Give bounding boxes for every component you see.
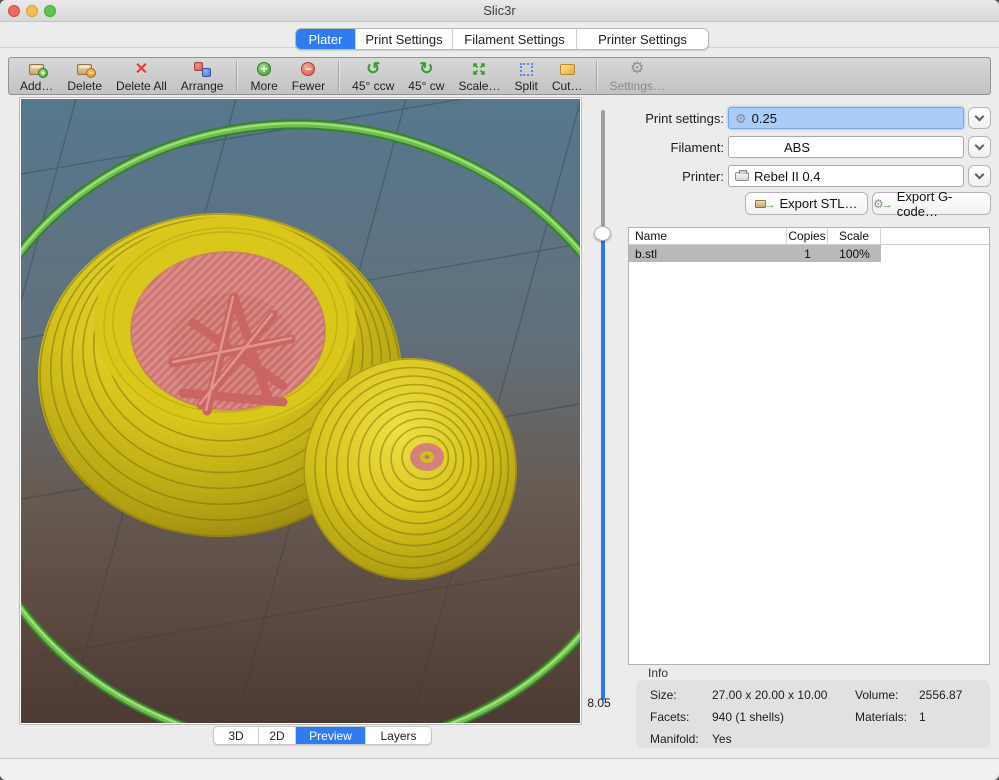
layer-slider-track-filled[interactable] — [601, 227, 605, 700]
tab-print-settings[interactable]: Print Settings — [356, 29, 453, 49]
export-stl-button[interactable]: → Export STL… — [745, 192, 868, 215]
box-export-icon: → — [755, 196, 775, 211]
chevron-down-icon — [975, 140, 985, 150]
tab-plater[interactable]: Plater — [296, 29, 356, 49]
info-box: Size: 27.00 x 20.00 x 10.00 Volume: 2556… — [636, 680, 990, 748]
size-value: 27.00 x 20.00 x 10.00 — [712, 688, 855, 702]
gear-icon: ⚙ — [735, 112, 747, 125]
footer-strip — [0, 759, 999, 780]
printer-icon — [735, 172, 749, 181]
arrange-button[interactable]: Arrange — [174, 59, 231, 93]
arrange-icon — [194, 61, 211, 78]
toolbar-separator — [338, 61, 339, 91]
more-icon: + — [257, 61, 271, 78]
more-button[interactable]: + More — [243, 59, 284, 93]
column-header-empty — [881, 228, 989, 244]
layer-slider-thumb[interactable] — [594, 226, 611, 241]
scale-icon — [471, 61, 487, 78]
column-header-copies: Copies — [787, 228, 828, 244]
titlebar: Slic3r — [0, 0, 999, 22]
add-button[interactable]: + Add… — [13, 59, 60, 93]
chevron-down-icon — [975, 111, 985, 121]
scale-button[interactable]: Scale… — [451, 59, 507, 93]
tab-3d[interactable]: 3D — [214, 727, 259, 744]
tab-printer-settings[interactable]: Printer Settings — [577, 29, 708, 49]
layer-slider-value: 8.05 — [582, 696, 616, 710]
printer-dropdown-button[interactable] — [968, 165, 991, 187]
rotate-cw-button[interactable]: ↻ 45° cw — [401, 59, 451, 93]
facets-label: Facets: — [650, 710, 712, 724]
cut-icon — [560, 61, 575, 78]
plater-viewport-panel — [19, 97, 582, 725]
model-small-dome — [303, 358, 517, 580]
filament-select[interactable]: ABS — [728, 136, 964, 158]
gear-icon: ⚙ — [630, 61, 644, 78]
info-section-title: Info — [648, 666, 668, 680]
manifold-label: Manifold: — [650, 732, 712, 746]
column-header-scale: Scale — [828, 228, 881, 244]
toolbar-separator — [596, 61, 597, 91]
delete-all-icon: ✕ — [135, 61, 148, 78]
print-settings-label: Print settings: — [624, 111, 724, 126]
volume-value: 2556.87 — [919, 688, 962, 702]
window-title: Slic3r — [0, 3, 999, 18]
materials-label: Materials: — [855, 710, 919, 724]
plater-3d-canvas[interactable] — [21, 99, 580, 723]
volume-label: Volume: — [855, 688, 919, 702]
printer-label: Printer: — [624, 169, 724, 184]
column-header-name: Name — [629, 228, 787, 244]
delete-all-button[interactable]: ✕ Delete All — [109, 59, 174, 93]
printer-select[interactable]: Rebel II 0.4 — [728, 165, 964, 187]
toolbar-separator — [236, 61, 237, 91]
slic3r-window: Slic3r Plater Print Settings Filament Se… — [0, 0, 999, 780]
facets-value: 940 (1 shells) — [712, 710, 855, 724]
split-icon — [520, 61, 533, 78]
size-label: Size: — [650, 688, 712, 702]
split-button[interactable]: Split — [507, 59, 544, 93]
top-infill-pink — [131, 252, 325, 411]
manifold-value: Yes — [712, 732, 855, 746]
tab-filament-settings[interactable]: Filament Settings — [453, 29, 577, 49]
filament-dropdown-button[interactable] — [968, 136, 991, 158]
delete-icon: − — [77, 61, 92, 78]
main-tab-bar: Plater Print Settings Filament Settings … — [295, 28, 709, 50]
tab-2d[interactable]: 2D — [259, 727, 296, 744]
tab-preview[interactable]: Preview — [296, 727, 366, 744]
export-gcode-button[interactable]: ⚙→ Export G-code… — [872, 192, 991, 215]
add-icon: + — [29, 61, 44, 78]
gear-export-icon: ⚙→ — [873, 196, 893, 211]
cut-button[interactable]: Cut… — [545, 59, 590, 93]
filament-label: Filament: — [624, 140, 724, 155]
rotate-ccw-icon: ↺ — [366, 61, 380, 78]
object-list-header: Name Copies Scale — [629, 228, 989, 245]
fewer-button[interactable]: − Fewer — [285, 59, 332, 93]
view-tab-bar: 3D 2D Preview Layers — [213, 726, 432, 745]
print-settings-select[interactable]: ⚙ 0.25 — [728, 107, 964, 129]
object-row-selected[interactable]: b.stl 1 100% — [629, 245, 881, 262]
rotate-ccw-button[interactable]: ↺ 45° ccw — [345, 59, 401, 93]
layer-slider-track[interactable] — [601, 110, 605, 227]
tab-layers[interactable]: Layers — [366, 727, 431, 744]
print-settings-dropdown-button[interactable] — [968, 107, 991, 129]
fewer-icon: − — [301, 61, 315, 78]
settings-button[interactable]: ⚙ Settings… — [603, 59, 672, 93]
chevron-down-icon — [975, 169, 985, 179]
object-list[interactable]: Name Copies Scale b.stl 1 100% — [628, 227, 990, 665]
materials-value: 1 — [919, 710, 926, 724]
delete-button[interactable]: − Delete — [60, 59, 109, 93]
rotate-cw-icon: ↻ — [419, 61, 433, 78]
toolbar: + Add… − Delete ✕ Delete All Arrange + M… — [8, 57, 991, 95]
